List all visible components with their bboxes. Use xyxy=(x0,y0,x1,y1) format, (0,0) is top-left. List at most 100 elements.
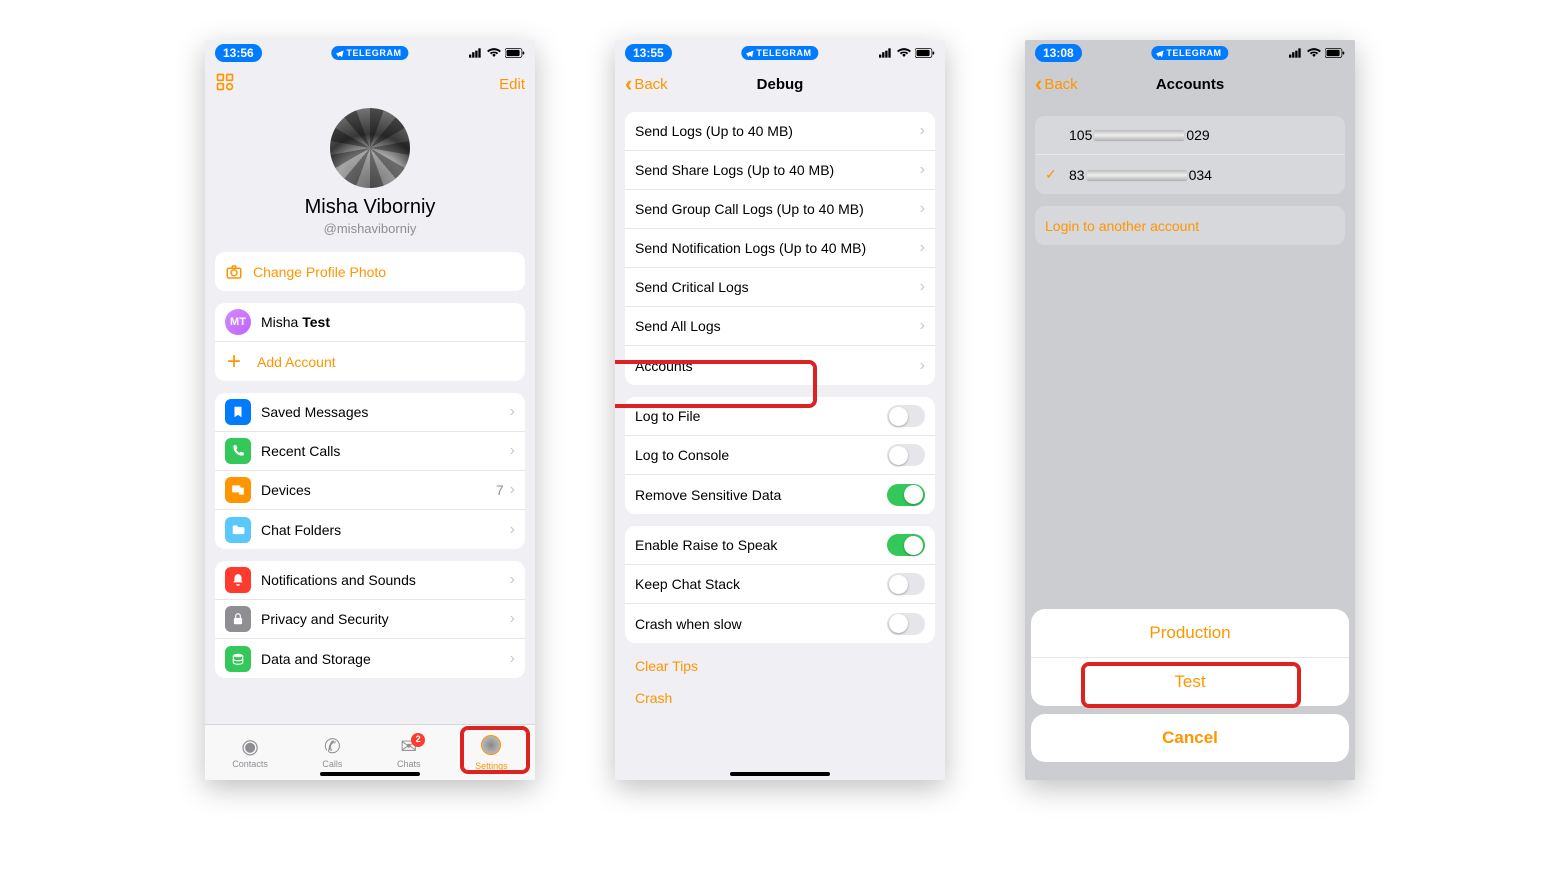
toggle[interactable] xyxy=(887,405,925,427)
chevron-right-icon: › xyxy=(510,403,515,421)
sheet-test-button[interactable]: Test xyxy=(1031,658,1349,706)
chevron-right-icon: › xyxy=(510,650,515,668)
logs-group: Send Logs (Up to 40 MB)› Send Share Logs… xyxy=(625,112,935,385)
status-time: 13:55 xyxy=(625,44,672,62)
notifications-row[interactable]: Notifications and Sounds› xyxy=(215,561,525,600)
settings-icon xyxy=(481,735,501,759)
folder-icon xyxy=(225,517,251,543)
back-button[interactable]: ‹Back xyxy=(625,71,668,97)
saved-messages-row[interactable]: Saved Messages› xyxy=(215,393,525,432)
remove-sensitive-row[interactable]: Remove Sensitive Data xyxy=(625,475,935,514)
plus-icon: + xyxy=(225,348,243,376)
sheet-cancel-button[interactable]: Cancel xyxy=(1031,714,1349,762)
phone-icon xyxy=(225,438,251,464)
chevron-right-icon: › xyxy=(510,571,515,589)
app-pill: TELEGRAM xyxy=(1151,46,1228,60)
profile-name: Misha Viborniy xyxy=(305,196,436,219)
send-notification-logs-row[interactable]: Send Notification Logs (Up to 40 MB)› xyxy=(625,229,935,268)
qr-icon[interactable] xyxy=(215,72,235,97)
accounts-row[interactable]: Accounts› xyxy=(625,346,935,385)
screen-settings: 13:56 TELEGRAM Edit Misha Viborniy @mish… xyxy=(205,40,535,780)
storage-icon xyxy=(225,646,251,672)
chevron-right-icon: › xyxy=(510,521,515,539)
chats-badge: 2 xyxy=(411,733,425,747)
recent-calls-row[interactable]: Recent Calls› xyxy=(215,432,525,471)
data-storage-row[interactable]: Data and Storage› xyxy=(215,639,525,678)
status-bar: 13:08 TELEGRAM xyxy=(1025,40,1355,66)
account-avatar: MT xyxy=(225,309,251,335)
status-icons xyxy=(1289,48,1345,58)
chat-folders-row[interactable]: Chat Folders› xyxy=(215,510,525,549)
chevron-left-icon: ‹ xyxy=(1035,71,1042,97)
privacy-row[interactable]: Privacy and Security› xyxy=(215,600,525,639)
sheet-options: Production Test xyxy=(1031,609,1349,706)
send-group-call-logs-row[interactable]: Send Group Call Logs (Up to 40 MB)› xyxy=(625,190,935,229)
clear-tips-button[interactable]: Clear Tips xyxy=(615,649,945,683)
toggle[interactable] xyxy=(887,484,925,506)
devices-count: 7 xyxy=(496,482,504,498)
lock-icon xyxy=(225,606,251,632)
status-time: 13:56 xyxy=(215,44,262,62)
bookmark-icon xyxy=(225,399,251,425)
account-id-row-active[interactable]: ✓ 83034 xyxy=(1035,155,1345,194)
screen-debug: 13:55 TELEGRAM ‹Back Debug Send Logs (Up… xyxy=(615,40,945,780)
toggle[interactable] xyxy=(887,534,925,556)
tab-settings[interactable]: Settings xyxy=(475,735,508,771)
log-to-file-row[interactable]: Log to File xyxy=(625,397,935,436)
profile-handle: @mishaviborniy xyxy=(324,221,417,236)
prefs-group: Notifications and Sounds› Privacy and Se… xyxy=(215,561,525,678)
check-icon: ✓ xyxy=(1045,166,1059,183)
contacts-icon: ◉ xyxy=(241,737,258,757)
tab-chats[interactable]: ✉2Chats xyxy=(397,737,421,769)
account-ids-group: 105029 ✓ 83034 xyxy=(1035,116,1345,194)
status-icons xyxy=(469,48,525,58)
chevron-right-icon: › xyxy=(510,610,515,628)
raise-to-speak-row[interactable]: Enable Raise to Speak xyxy=(625,526,935,565)
send-share-logs-row[interactable]: Send Share Logs (Up to 40 MB)› xyxy=(625,151,935,190)
avatar[interactable] xyxy=(330,108,410,188)
profile-header: Misha Viborniy @mishaviborniy xyxy=(205,102,535,246)
edit-button[interactable]: Edit xyxy=(499,76,525,93)
battery-icon xyxy=(505,48,525,58)
tab-contacts[interactable]: ◉Contacts xyxy=(232,737,268,769)
signal-icon xyxy=(469,48,483,58)
devices-row[interactable]: Devices 7 › xyxy=(215,471,525,510)
sheet-production-button[interactable]: Production xyxy=(1031,609,1349,658)
send-logs-row[interactable]: Send Logs (Up to 40 MB)› xyxy=(625,112,935,151)
log-to-console-row[interactable]: Log to Console xyxy=(625,436,935,475)
change-photo-group: Change Profile Photo xyxy=(215,252,525,291)
login-another-group: Login to another account xyxy=(1035,206,1345,245)
camera-icon xyxy=(225,263,243,281)
screen-accounts-sheet: 13:08 TELEGRAM ‹Back Accounts 105029 ✓ 8… xyxy=(1025,40,1355,780)
back-button[interactable]: ‹Back xyxy=(1035,71,1078,97)
quick-access-group: Saved Messages› Recent Calls› Devices 7 … xyxy=(215,393,525,549)
crash-button[interactable]: Crash xyxy=(615,683,945,713)
nav-bar: Edit xyxy=(205,66,535,102)
crash-when-slow-row[interactable]: Crash when slow xyxy=(625,604,935,643)
toggle[interactable] xyxy=(887,613,925,635)
chevron-right-icon: › xyxy=(510,481,515,499)
change-photo-button[interactable]: Change Profile Photo xyxy=(215,252,525,291)
status-icons xyxy=(879,48,935,58)
devices-icon xyxy=(225,477,251,503)
wifi-icon xyxy=(487,48,501,58)
home-indicator xyxy=(320,772,420,776)
toggle[interactable] xyxy=(887,444,925,466)
chats-icon: ✉2 xyxy=(400,737,417,757)
bell-icon xyxy=(225,567,251,593)
add-account-button[interactable]: + Add Account xyxy=(215,342,525,381)
behavior-group: Enable Raise to Speak Keep Chat Stack Cr… xyxy=(625,526,935,643)
status-bar: 13:56 TELEGRAM xyxy=(205,40,535,66)
login-another-button[interactable]: Login to another account xyxy=(1035,206,1345,245)
toggle[interactable] xyxy=(887,573,925,595)
nav-bar: ‹Back Debug xyxy=(615,66,945,102)
tab-calls[interactable]: ✆Calls xyxy=(322,737,342,769)
action-sheet: Production Test Cancel xyxy=(1031,609,1349,762)
calls-icon: ✆ xyxy=(324,737,341,757)
account-id-row[interactable]: 105029 xyxy=(1035,116,1345,155)
status-bar: 13:55 TELEGRAM xyxy=(615,40,945,66)
send-critical-logs-row[interactable]: Send Critical Logs› xyxy=(625,268,935,307)
keep-chat-stack-row[interactable]: Keep Chat Stack xyxy=(625,565,935,604)
send-all-logs-row[interactable]: Send All Logs› xyxy=(625,307,935,346)
account-row[interactable]: MT Misha Test xyxy=(215,303,525,342)
